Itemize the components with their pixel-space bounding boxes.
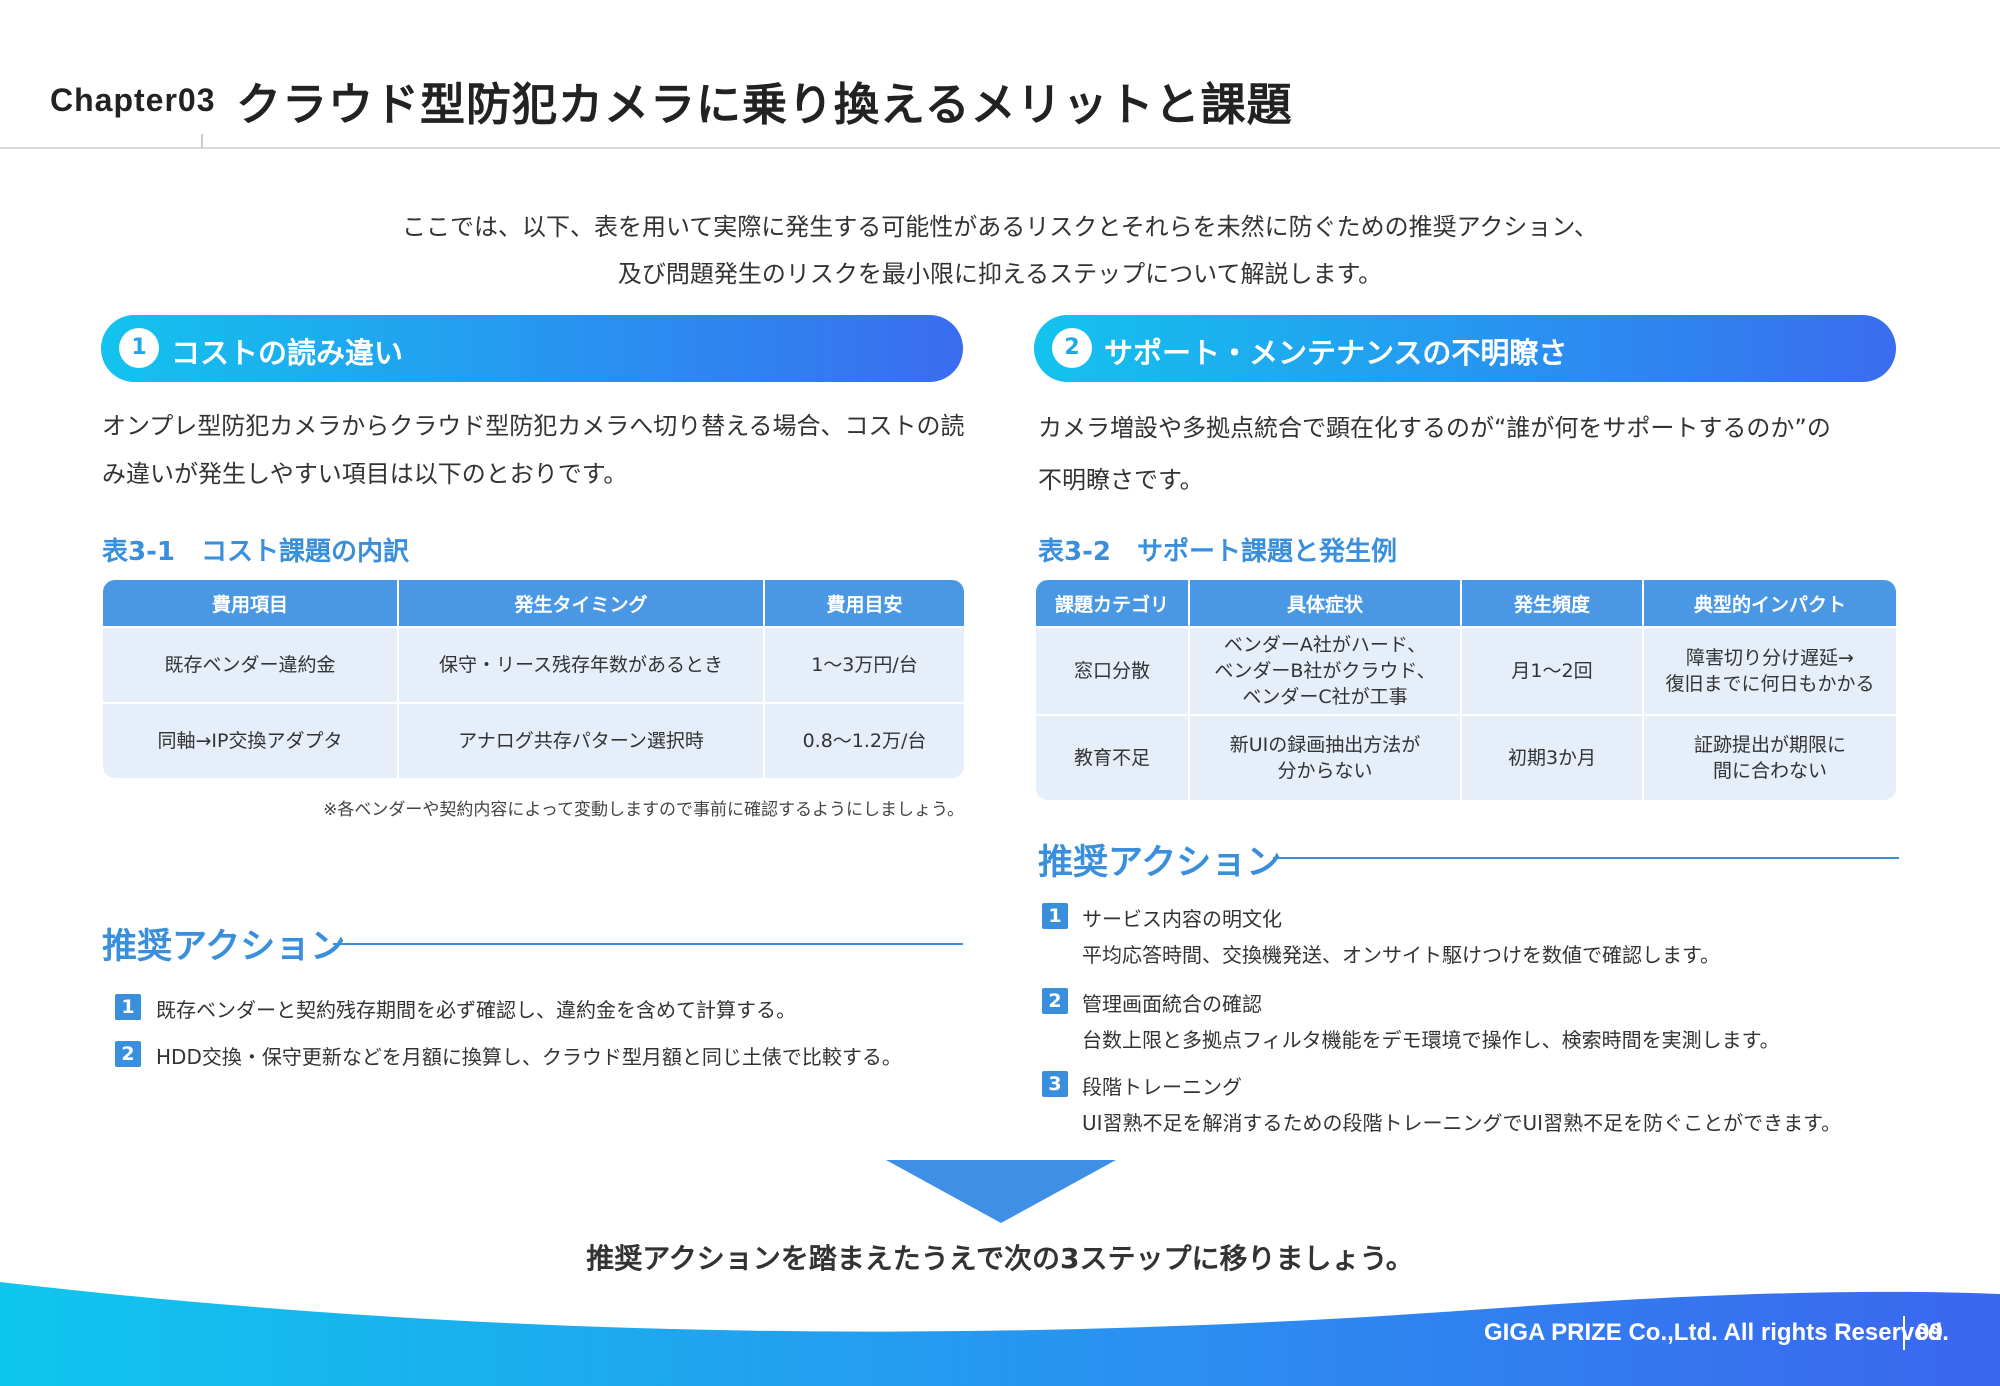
page-header: Chapter03 クラウド型防犯カメラに乗り換えるメリットと課題 [0,0,2000,150]
table-cell: 1～3万円/台 [765,626,964,702]
header-divider [0,147,2000,149]
support-table: 課題カテゴリ 具体症状 発生頻度 典型的インパクト 窓口分散 ベンダーA社がハー… [1036,580,1896,800]
section-title-cost: コストの読み違い [171,336,404,370]
down-arrow-icon [886,1160,1116,1223]
table-cell: 教育不足 [1036,714,1190,800]
action-item-text: 既存ベンダーと契約残存期間を必ず確認し、違約金を含めて計算する。 [156,998,796,1022]
table-cell: 既存ベンダー違約金 [103,626,399,702]
action-number-badge: 1 [115,994,141,1020]
table-row: 同軸→IP交換アダプタ アナログ共存パターン選択時 0.8～1.2万/台 [103,702,964,778]
action-item-desc: 台数上限と多拠点フィルタ機能をデモ環境で操作し、検索時間を実測します。 [1082,1028,1780,1052]
footer-separator [1903,1316,1905,1350]
action-item-desc: 平均応答時間、交換機発送、オンサイト駆けつけを数値で確認します。 [1082,943,1720,967]
table-header-cell: 費用項目 [103,580,399,626]
action-number-badge: 2 [115,1041,141,1067]
section-title-support: サポート・メンテナンスの不明瞭さ [1104,336,1568,370]
support-paragraph-line-2: 不明瞭さです。 [1038,466,1204,494]
table-cell: 初期3か月 [1462,714,1644,800]
table-header-row: 課題カテゴリ 具体症状 発生頻度 典型的インパクト [1036,580,1896,626]
cell-line: 復旧までに何日もかかる [1665,673,1875,695]
section-number-badge: 2 [1052,328,1092,368]
table-header-row: 費用項目 発生タイミング 費用目安 [103,580,964,626]
page-title: クラウド型防犯カメラに乗り換えるメリットと課題 [236,78,1293,131]
action-item-text: HDD交換・保守更新などを月額に換算し、クラウド型月額と同じ土俵で比較する。 [156,1045,902,1069]
recommended-actions-heading-left: 推奨アクション [102,927,346,967]
table-cell: アナログ共存パターン選択時 [399,702,765,778]
section-banner-support: 2 サポート・メンテナンスの不明瞭さ [1034,315,1896,382]
table-cell: 0.8～1.2万/台 [765,702,964,778]
action-item-title: 管理画面統合の確認 [1082,992,1262,1016]
cell-line: ベンダーB社がクラウド、 [1214,660,1436,682]
table-caption-support: 表3-2 サポート課題と発生例 [1038,537,1397,567]
cell-line: 証跡提出が期限に [1693,734,1846,756]
cell-line: 障害切り分け遅延→ [1686,647,1854,669]
header-tick-mark [201,134,203,148]
table-row: 教育不足 新UIの録画抽出方法が 分からない 初期3か月 証跡提出が期限に 間に… [1036,714,1896,800]
action-number-badge: 1 [1042,903,1068,929]
action-number-badge: 3 [1042,1071,1068,1097]
table-cell: ベンダーA社がハード、 ベンダーB社がクラウド、 ベンダーC社が工事 [1190,626,1462,714]
table-caption-cost: 表3-1 コスト課題の内訳 [102,537,409,567]
heading-rule [1273,857,1899,859]
copyright-text: GIGA PRIZE Co.,Ltd. All rights Reserved. [1484,1319,1949,1346]
cost-note: ※各ベンダーや契約内容によって変動しますので事前に確認するようにしましょう。 [323,800,964,820]
table-header-cell: 発生頻度 [1462,580,1644,626]
table-cell: 証跡提出が期限に 間に合わない [1644,714,1896,800]
intro-line-2: 及び問題発生のリスクを最小限に抑えるステップについて解説します。 [617,260,1383,288]
page-number: 09 [1916,1319,1943,1346]
section-number-badge: 1 [119,328,159,368]
recommended-actions-heading-right: 推奨アクション [1038,843,1282,883]
table-row: 既存ベンダー違約金 保守・リース残存年数があるとき 1～3万円/台 [103,626,964,702]
support-paragraph: カメラ増設や多拠点統合で顕在化するのが“誰が何をサポートするのか”の 不明瞭さで… [1038,402,1918,506]
table-row: 窓口分散 ベンダーA社がハード、 ベンダーB社がクラウド、 ベンダーC社が工事 … [1036,626,1896,714]
cost-paragraph: オンプレ型防犯カメラからクラウド型防犯カメラへ切り替える場合、コストの読み違いが… [102,412,965,488]
table-header-cell: 課題カテゴリ [1036,580,1190,626]
table-header-cell: 費用目安 [765,580,964,626]
cell-line: ベンダーC社が工事 [1242,686,1408,708]
table-cell: 同軸→IP交換アダプタ [103,702,399,778]
intro-line-1: ここでは、以下、表を用いて実際に発生する可能性があるリスクとそれらを未然に防ぐた… [402,213,1598,241]
table-cell: 障害切り分け遅延→ 復旧までに何日もかかる [1644,626,1896,714]
heading-rule [333,943,963,945]
action-item-title: サービス内容の明文化 [1082,907,1282,931]
table-header-cell: 典型的インパクト [1644,580,1896,626]
action-item-desc: UI習熟不足を解消するための段階トレーニングでUI習熟不足を防ぐことができます。 [1082,1111,1842,1135]
table-cell: 保守・リース残存年数があるとき [399,626,765,702]
support-paragraph-line-1: カメラ増設や多拠点統合で顕在化するのが“誰が何をサポートするのか”の [1038,414,1831,442]
section-banner-cost: 1 コストの読み違い [101,315,963,382]
table-cell: 窓口分散 [1036,626,1190,714]
action-item-title: 段階トレーニング [1082,1075,1242,1099]
table-cell: 月1～2回 [1462,626,1644,714]
table-header-cell: 発生タイミング [399,580,765,626]
chapter-label: Chapter03 [50,82,216,118]
table-cell: 新UIの録画抽出方法が 分からない [1190,714,1462,800]
cell-line: 分からない [1277,760,1373,782]
cell-line: ベンダーA社がハード、 [1223,634,1427,656]
cost-table: 費用項目 発生タイミング 費用目安 既存ベンダー違約金 保守・リース残存年数があ… [103,580,964,778]
table-header-cell: 具体症状 [1190,580,1462,626]
cell-line: 間に合わない [1712,760,1827,782]
action-number-badge: 2 [1042,988,1068,1014]
cell-line: 新UIの録画抽出方法が [1229,734,1421,756]
